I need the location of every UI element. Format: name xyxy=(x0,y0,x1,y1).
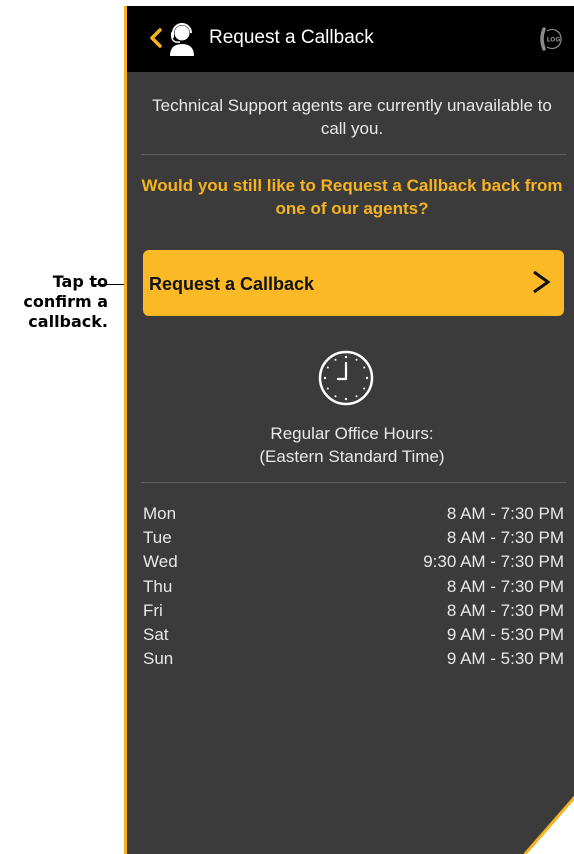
app-header: Request a Callback LOG xyxy=(127,6,574,72)
schedule-hours: 8 AM - 7:30 PM xyxy=(446,528,564,548)
office-hours-line-1: Regular Office Hours: xyxy=(270,424,434,443)
unavailable-message: Technical Support agents are currently u… xyxy=(152,96,552,138)
clock-icon xyxy=(318,350,374,406)
office-hours-title: Regular Office Hours: (Eastern Standard … xyxy=(139,422,565,468)
schedule-day: Wed xyxy=(143,552,178,572)
schedule-day: Tue xyxy=(143,528,172,548)
phone-screen: Request a Callback LOG Technical Support… xyxy=(124,6,574,854)
call-log-icon: LOG xyxy=(540,27,562,51)
schedule-row: Tue 8 AM - 7:30 PM xyxy=(143,526,564,550)
annotation-line-1: Tap to xyxy=(52,272,108,291)
schedule-day: Mon xyxy=(143,504,177,523)
schedule-day: Sun xyxy=(143,649,174,669)
divider xyxy=(141,482,567,483)
request-callback-button[interactable]: Request a Callback xyxy=(143,250,564,316)
office-hours-line-2: (Eastern Standard Time) xyxy=(259,447,445,466)
schedule-hours: 9:30 AM - 7:30 PM xyxy=(423,552,564,572)
chevron-left-icon xyxy=(150,28,162,48)
schedule-row: Mon 8 AM - 7:30 PM xyxy=(143,502,564,526)
annotation-line-2: confirm a xyxy=(23,292,108,311)
schedule-row: Thu 8 AM - 7:30 PM xyxy=(143,575,564,599)
request-callback-label: Request a Callback xyxy=(149,274,315,294)
call-log-button[interactable]: LOG xyxy=(538,26,564,52)
schedule-row: Wed 9:30 AM - 7:30 PM xyxy=(143,550,564,574)
schedule-hours: 9 AM - 5:30 PM xyxy=(446,649,564,669)
annotation-line-3: callback. xyxy=(28,312,108,331)
schedule-row: Sat 9 AM - 5:30 PM xyxy=(143,623,564,647)
chevron-right-icon xyxy=(533,270,551,294)
schedule-hours: 8 AM - 7:30 PM xyxy=(446,576,564,596)
schedule-row: Fri 8 AM - 7:30 PM xyxy=(143,599,564,623)
office-hours-schedule: Mon 8 AM - 7:30 PM Tue 8 AM - 7:30 PM We… xyxy=(143,502,564,671)
log-label: LOG xyxy=(547,37,561,44)
schedule-hours: 8 AM - 7:30 PM xyxy=(446,504,564,523)
schedule-day: Sat xyxy=(143,624,169,644)
annotation-callout: Tap to confirm a callback. xyxy=(0,272,108,332)
schedule-row: Sun 9 AM - 5:30 PM xyxy=(143,647,564,671)
schedule-day: Thu xyxy=(143,576,173,596)
headset-agent-icon xyxy=(170,23,194,56)
schedule-day: Fri xyxy=(143,600,163,620)
divider xyxy=(141,154,567,155)
callback-question: Would you still like to Request a Callba… xyxy=(141,176,563,218)
header-title: Request a Callback xyxy=(209,27,374,48)
schedule-hours: 9 AM - 5:30 PM xyxy=(446,624,564,644)
schedule-hours: 8 AM - 7:30 PM xyxy=(446,600,564,620)
